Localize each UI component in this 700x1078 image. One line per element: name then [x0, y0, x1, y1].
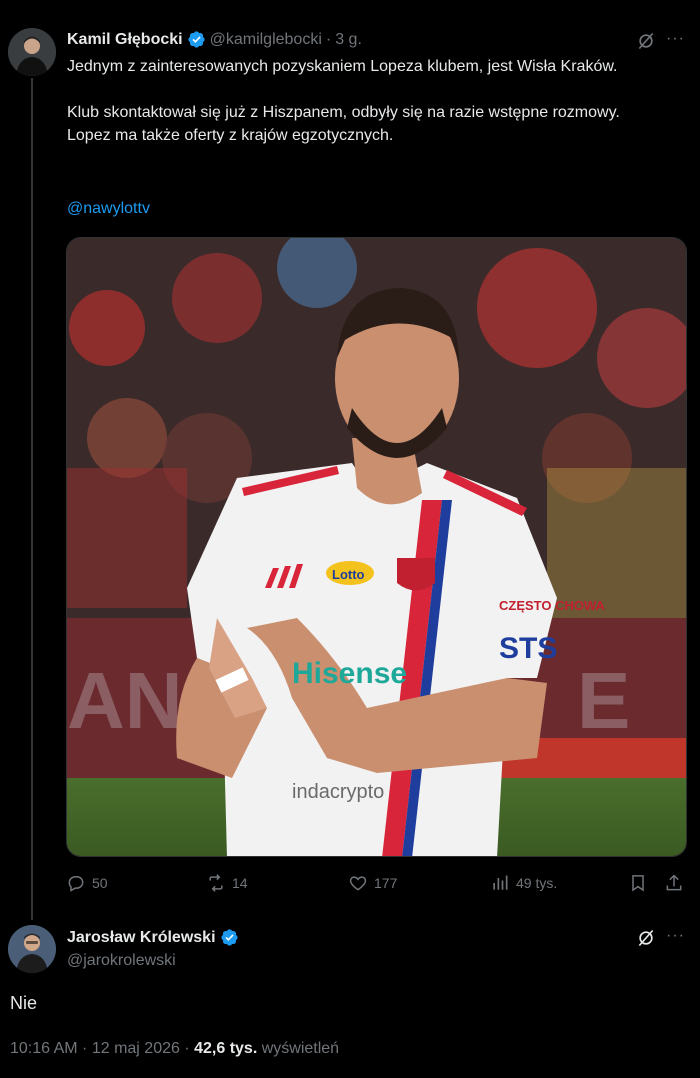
- reply-text: Nie: [10, 993, 38, 1013]
- sponsor-bottom-text: indacrypto: [292, 781, 384, 803]
- more-options-icon[interactable]: ···: [666, 30, 685, 48]
- mention-link[interactable]: @nawylottv: [67, 200, 150, 218]
- svg-text:E: E: [577, 656, 630, 745]
- avatar[interactable]: [8, 925, 56, 973]
- reply-views-label: wyświetleń: [261, 1040, 340, 1057]
- reply-author-row: Jarosław Królewski: [67, 928, 239, 947]
- views-chart-icon: [493, 875, 508, 890]
- grok-icon[interactable]: [636, 31, 656, 51]
- views-count: 49 tys.: [516, 875, 558, 891]
- svg-text:AN: AN: [67, 656, 183, 745]
- tweet-paragraph-1: Jednym z zainteresowanych pozyskaniem Lo…: [67, 58, 618, 75]
- grok-icon[interactable]: [636, 928, 656, 948]
- repost-count: 14: [232, 875, 248, 891]
- verified-badge-icon: [220, 929, 238, 946]
- reply-author-handle[interactable]: @jarokrolewski: [67, 952, 176, 970]
- bookmark-button[interactable]: [628, 873, 648, 893]
- share-icon: [666, 874, 682, 891]
- reply-count: 50: [92, 875, 108, 891]
- reply-icon: [68, 876, 84, 892]
- tweet-paragraph-2: Klub skontaktował się już z Hiszpanem, o…: [67, 104, 620, 144]
- tweet-actions-bar: 50 14 177 49 tys.: [66, 873, 686, 897]
- sponsor-badge-text: Lotto: [332, 567, 365, 582]
- tweet-header: Kamil Głębocki @kamilglebocki · 3 g.: [67, 30, 362, 49]
- author-name[interactable]: Kamil Głębocki: [67, 31, 183, 49]
- bookmark-icon: [632, 875, 644, 892]
- repost-button[interactable]: 14: [206, 873, 248, 893]
- share-button[interactable]: [664, 873, 684, 893]
- like-count: 177: [374, 875, 398, 891]
- reply-timestamp[interactable]: 10:16 AM · 12 maj 2026 ·: [10, 1040, 194, 1057]
- separator-dot: ·: [325, 30, 332, 48]
- tweet-photo[interactable]: AN E Hisense indacrypto Lotto CZĘSTO CHO…: [66, 237, 687, 857]
- verified-badge-icon: [187, 31, 205, 48]
- reply-author-name[interactable]: Jarosław Królewski: [67, 929, 216, 947]
- thread-connector-line: [31, 78, 33, 920]
- views-button[interactable]: 49 tys.: [490, 873, 557, 893]
- sponsor-main-text: Hisense: [292, 657, 407, 690]
- reply-views-count: 42,6 tys.: [194, 1040, 258, 1057]
- avatar[interactable]: [8, 28, 56, 76]
- tweet-time[interactable]: 3 g.: [335, 31, 362, 49]
- more-options-icon[interactable]: ···: [666, 927, 685, 945]
- repost-icon: [209, 874, 223, 892]
- sleeve-sponsor-2-text: STS: [499, 632, 557, 665]
- reply-meta: 10:16 AM · 12 maj 2026 · 42,6 tys. wyświ…: [10, 1040, 339, 1058]
- author-handle[interactable]: @kamilglebocki: [210, 31, 322, 49]
- sleeve-sponsor-1-text: CZĘSTO CHOWA: [499, 598, 606, 613]
- reply-button[interactable]: 50: [66, 873, 108, 893]
- heart-icon: [349, 876, 367, 891]
- tweet-text: Jednym z zainteresowanych pozyskaniem Lo…: [67, 55, 667, 147]
- like-button[interactable]: 177: [348, 873, 397, 893]
